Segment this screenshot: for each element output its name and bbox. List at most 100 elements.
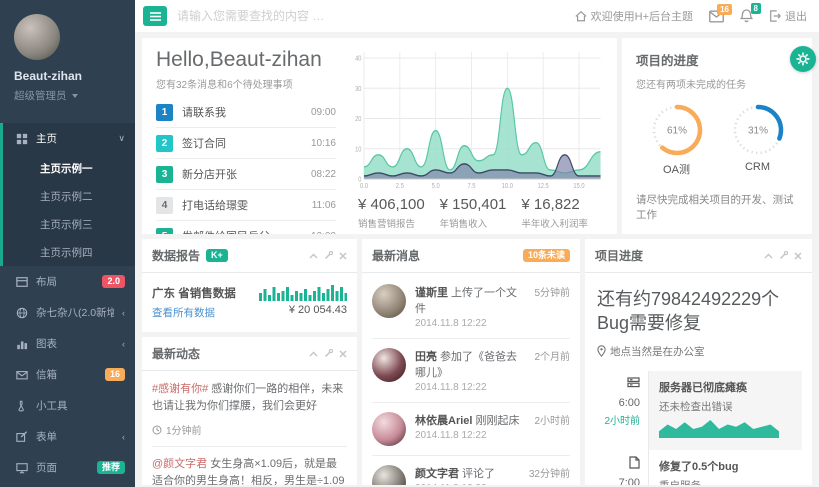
sidebar-subitem-home-2[interactable]: 主页示例二 xyxy=(3,182,135,210)
avatar[interactable] xyxy=(372,348,406,382)
close-icon[interactable] xyxy=(339,252,347,260)
latest-messages-panel: 最新消息 10条未读 谨斯里 上传了一个文件 2014.11.8 12:22 xyxy=(362,239,580,485)
close-icon[interactable] xyxy=(794,252,802,260)
stat-annual-revenue: ¥ 150,401 年销售收入 xyxy=(440,196,522,230)
chevron-left-icon: ‹ xyxy=(122,432,125,442)
hashtag-link[interactable]: #感谢有你# xyxy=(152,383,208,395)
sidebar-subitem-home-3[interactable]: 主页示例三 xyxy=(3,210,135,238)
panel-title: 项目进度 xyxy=(595,247,643,264)
sidebar-subitem-home-4[interactable]: 主页示例四 xyxy=(3,238,135,266)
sidebar-item-widgets[interactable]: 小工具 xyxy=(0,390,135,421)
profile-block: Beaut-zihan 超级管理员 xyxy=(0,0,135,115)
donut-label: OA测 xyxy=(648,161,706,177)
avatar[interactable] xyxy=(372,412,406,446)
panel-tools xyxy=(764,251,802,260)
crm-donut-chart: 31% xyxy=(729,101,787,159)
mailbox-badge: 16 xyxy=(105,368,125,382)
mail-button[interactable]: 16 xyxy=(709,10,724,23)
user-role-dropdown[interactable]: 超级管理员 xyxy=(14,88,121,103)
collapse-icon[interactable] xyxy=(309,351,318,357)
news-post: @颜文字君 女生身高×1.09后，就是最适合你的男生身高！相反，男生是÷1.09… xyxy=(152,456,347,485)
user-role-label: 超级管理员 xyxy=(14,88,67,103)
wrench-icon[interactable] xyxy=(779,251,788,260)
message-date: 2014.11.8 12:22 xyxy=(415,483,520,485)
panel-header: 最新动态 xyxy=(142,337,357,371)
sidebar-item-label: 杂七杂八(2.0新增) xyxy=(36,305,114,320)
donut-label: CRM xyxy=(729,161,787,173)
menu-toggle-button[interactable] xyxy=(143,6,167,26)
app-window: Beaut-zihan 超级管理员 主页 ∨ 主页示例一 主页示例二 主页示例三… xyxy=(0,0,819,487)
clock-icon xyxy=(152,425,162,435)
task-row: 2 签订合同 10:16 xyxy=(156,128,336,159)
sidebar-item-home[interactable]: 主页 ∨ xyxy=(3,123,135,154)
svg-text:10: 10 xyxy=(355,146,362,154)
task-row: 4 打电话给璟雯 11:06 xyxy=(156,190,336,221)
svg-text:5.0: 5.0 xyxy=(432,183,440,191)
file-icon xyxy=(629,456,640,469)
avatar[interactable] xyxy=(14,14,60,60)
task-row: 3 新分店开张 08:22 xyxy=(156,159,336,190)
sidebar-group-home: 主页 ∨ 主页示例一 主页示例二 主页示例三 主页示例四 xyxy=(0,123,135,266)
wrench-icon[interactable] xyxy=(324,349,333,358)
map-pin-icon xyxy=(597,345,606,357)
message-author-link[interactable]: 田亮 xyxy=(415,351,437,363)
wrench-icon[interactable] xyxy=(324,251,333,260)
sidebar-item-layout[interactable]: 布局 2.0 xyxy=(0,266,135,297)
svg-text:10.0: 10.0 xyxy=(502,183,514,191)
message-ago: 2个月前 xyxy=(534,348,570,393)
sidebar-item-forms[interactable]: 表单 ‹ xyxy=(0,421,135,452)
bug-headline: 还有约79842492229个Bug需要修复 xyxy=(595,283,802,336)
avatar[interactable] xyxy=(372,284,406,318)
bar-chart-icon xyxy=(15,338,28,350)
theme-config-button[interactable] xyxy=(790,46,816,72)
message-author-link[interactable]: 颜文字君 xyxy=(415,468,459,480)
sidebar-item-charts[interactable]: 图表 ‹ xyxy=(0,328,135,359)
task-label: 签订合同 xyxy=(182,135,302,151)
welcome-link[interactable]: 欢迎使用H+后台主题 xyxy=(575,8,693,24)
panel-title: 最新动态 xyxy=(152,345,200,362)
sidebar-subitem-home-1[interactable]: 主页示例一 xyxy=(3,154,135,182)
sidebar-item-other-pages[interactable]: 其他页面 ‹ xyxy=(0,483,135,487)
stat-value: ¥ 150,401 xyxy=(440,196,522,213)
collapse-icon[interactable] xyxy=(309,253,318,259)
mention-link[interactable]: @颜文字君 xyxy=(152,458,207,470)
main-area: 欢迎使用H+后台主题 16 8 退出 xyxy=(135,0,819,487)
stat-label: 年销售收入 xyxy=(440,216,522,230)
panel-tools: 10条未读 xyxy=(523,249,570,263)
user-name: Beaut-zihan xyxy=(14,69,121,83)
sidebar-item-mailbox[interactable]: 信箱 16 xyxy=(0,359,135,390)
search-input[interactable] xyxy=(177,9,407,23)
view-all-data-link[interactable]: 查看所有数据 xyxy=(152,305,215,320)
svg-text:30: 30 xyxy=(355,85,362,93)
page-title: Hello,Beaut-zihan xyxy=(156,48,336,72)
chevron-down-icon: ∨ xyxy=(118,133,125,144)
message-author-link[interactable]: 林依晨Ariel xyxy=(415,415,472,427)
gear-icon xyxy=(796,52,810,66)
timeline-text: 还未检查出错误 xyxy=(659,399,792,414)
logout-button[interactable]: 退出 xyxy=(769,8,807,24)
task-number-badge: 5 xyxy=(156,228,173,235)
svg-text:20: 20 xyxy=(355,116,362,124)
report-sparkline-chart xyxy=(259,285,348,301)
task-row: 5 发邮件给国民岳父 12:00 xyxy=(156,221,336,234)
close-icon[interactable] xyxy=(339,350,347,358)
collapse-icon[interactable] xyxy=(764,253,773,259)
server-icon xyxy=(627,377,640,389)
message-ago: 32分钟前 xyxy=(529,465,570,485)
chevron-left-icon: ‹ xyxy=(122,339,125,349)
message-author-link[interactable]: 谨斯里 xyxy=(415,287,448,299)
timeline-entry: 6:00 2小时前 服务器已彻底瘫痪 还未检查出错误 xyxy=(595,371,802,450)
task-row: 1 请联系我 09:00 xyxy=(156,97,336,128)
avatar[interactable] xyxy=(372,465,406,485)
task-number-badge: 2 xyxy=(156,135,173,152)
sidebar-item-misc[interactable]: 杂七杂八(2.0新增) ‹ xyxy=(0,297,135,328)
sidebar-item-pages[interactable]: 页面 推荐 xyxy=(0,452,135,483)
sales-area-chart: 0102030400.02.55.07.510.012.515.0 xyxy=(350,46,603,194)
timeline-time: 7:00 xyxy=(595,477,640,485)
message-row: 田亮 参加了《爸爸去哪儿》 2014.11.8 12:22 2个月前 xyxy=(372,339,570,403)
flask-icon xyxy=(15,400,28,412)
task-time: 12:00 xyxy=(311,231,336,235)
notifications-button[interactable]: 8 xyxy=(740,9,753,23)
sidebar-item-label: 信箱 xyxy=(36,367,97,382)
message-row: 颜文字君 评论了 2014.11.8 12:22 【九部令人拍案叫绝的惊悚悬疑剧… xyxy=(372,456,570,485)
